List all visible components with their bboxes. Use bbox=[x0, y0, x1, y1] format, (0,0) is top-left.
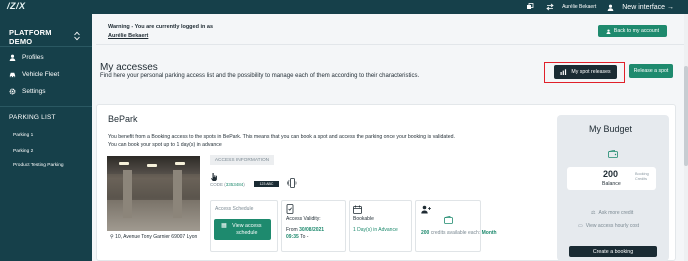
view-schedule-label: View access schedule bbox=[232, 223, 262, 236]
budget-amount: 200 bbox=[603, 169, 619, 179]
user-icon bbox=[606, 28, 611, 34]
access-validity-label: Access Validity: bbox=[286, 216, 321, 222]
top-bar-actions: Aurélie Bekaert New interface → bbox=[524, 1, 674, 13]
sidebar-product-testing-parking[interactable]: Product Testing Parking bbox=[13, 163, 64, 168]
create-booking-button[interactable]: Create a booking bbox=[569, 246, 657, 257]
calendar-icon: ▦ bbox=[221, 223, 227, 229]
description-line-1: You benefit from a Booking access to the… bbox=[108, 134, 455, 140]
credits-period: Month bbox=[481, 230, 497, 236]
user-icon bbox=[9, 54, 16, 61]
phone-check-icon bbox=[286, 204, 294, 214]
bookable-value: 1 Day(s) in Advance bbox=[353, 227, 398, 233]
back-to-my-account-button[interactable]: Back to my account bbox=[598, 25, 667, 37]
user-icon[interactable] bbox=[604, 1, 616, 13]
parking-card-description: You benefit from a Booking access to the… bbox=[108, 134, 455, 149]
page-subtitle: Find here your personal parking access l… bbox=[100, 73, 420, 79]
parking-address: ⚲ 10, Avenue Tony Garnier 69007 Lyon bbox=[110, 234, 198, 241]
my-spot-releases-label: My spot releases bbox=[571, 69, 611, 75]
validity-to-label: To - bbox=[300, 234, 309, 240]
access-validity-from: From 30/08/2021 bbox=[286, 227, 324, 233]
release-a-spot-button[interactable]: Release a spot bbox=[629, 64, 673, 78]
platform-title[interactable]: PLATFORM DEMO bbox=[9, 28, 64, 46]
budget-title: My Budget bbox=[589, 124, 633, 134]
ask-more-credit-label: Ask more credit bbox=[598, 210, 634, 216]
credits-text: credits available each: bbox=[430, 230, 481, 236]
validity-from-label: From bbox=[286, 227, 298, 233]
back-button-label: Back to my account bbox=[613, 28, 660, 34]
new-interface-link[interactable]: New interface → bbox=[622, 4, 674, 11]
car-icon bbox=[9, 72, 16, 78]
access-information-label: ACCESS INFORMATION bbox=[210, 155, 274, 165]
hand-pointer-icon bbox=[211, 173, 217, 181]
validity-time: 09:35 bbox=[286, 234, 299, 240]
parking-photo bbox=[107, 156, 200, 231]
address-text: 10, Avenue Tony Garnier 69007 Lyon bbox=[115, 234, 198, 240]
ask-more-credit-link[interactable]: ⚖ Ask more credit bbox=[591, 210, 633, 216]
swap-icon[interactable] bbox=[544, 1, 556, 13]
photo-pillar bbox=[173, 170, 182, 218]
impersonated-user-link[interactable]: Aurélie Bekaert bbox=[108, 33, 148, 39]
access-schedule-label: Access Schedule bbox=[215, 206, 254, 212]
photo-pillar bbox=[123, 170, 132, 218]
scale-icon: ⚖ bbox=[591, 210, 596, 216]
photo-floor bbox=[107, 200, 200, 231]
user-plus-icon bbox=[421, 205, 431, 214]
code-label: CODE bbox=[210, 182, 224, 187]
sidebar-divider bbox=[0, 46, 92, 47]
monitor-icon: ▭ bbox=[578, 223, 583, 229]
code-value: 3353484 bbox=[225, 182, 244, 187]
photo-lamp bbox=[147, 164, 157, 167]
phone-icon bbox=[287, 178, 297, 188]
calendar-icon bbox=[353, 205, 362, 214]
sidebar-parking-2[interactable]: Parking 2 bbox=[13, 149, 33, 154]
highlight-box: My spot releases bbox=[544, 62, 625, 83]
access-code: CODE (3353484) bbox=[210, 182, 245, 187]
scrollbar-thumb[interactable] bbox=[684, 66, 688, 166]
sidebar-item-label: Vehicle Fleet bbox=[22, 71, 60, 78]
wallet-icon bbox=[444, 216, 453, 224]
sidebar-parking-1[interactable]: Parking 1 bbox=[13, 133, 33, 138]
sidebar-item-vehicle-fleet[interactable]: Vehicle Fleet bbox=[9, 71, 59, 78]
sidebar-item-profiles[interactable]: Profiles bbox=[9, 54, 44, 61]
layers-icon[interactable] bbox=[524, 1, 536, 13]
bar-chart-icon bbox=[560, 69, 567, 75]
license-plate-icon: 123 ABC bbox=[254, 181, 279, 187]
app-logo[interactable]: /Z/X bbox=[7, 1, 26, 11]
parking-list-heading: PARKING LIST bbox=[9, 114, 56, 121]
view-hourly-cost-label: View access hourly cost bbox=[585, 223, 639, 229]
view-access-hourly-cost-link[interactable]: ▭ View access hourly cost bbox=[578, 223, 639, 229]
access-validity-to: 09:35 To - bbox=[286, 234, 308, 240]
photo-lamp bbox=[119, 162, 129, 165]
credits-available: 200 credits available each: Month bbox=[421, 230, 497, 236]
balance-label: Balance bbox=[602, 181, 621, 187]
current-user-name[interactable]: Aurélie Bekaert bbox=[562, 4, 596, 10]
page-title: My accesses bbox=[100, 62, 158, 73]
photo-lamp bbox=[175, 162, 185, 165]
parking-card-title: BePark bbox=[108, 114, 138, 124]
license-plate-text: 123 ABC bbox=[259, 182, 274, 186]
location-pin-icon: ⚲ bbox=[110, 234, 114, 240]
description-line-2: You can book your spot up to 1 day(s) in… bbox=[108, 141, 222, 148]
sidebar-divider bbox=[0, 106, 92, 107]
bookable-label: Bookable bbox=[353, 216, 374, 222]
credits-value: 200 bbox=[421, 230, 430, 236]
gear-icon bbox=[9, 88, 16, 95]
sort-icon[interactable] bbox=[74, 31, 80, 41]
validity-date: 30/08/2021 bbox=[299, 227, 325, 233]
sidebar: PLATFORM DEMO Profiles Vehicle Fleet Set… bbox=[0, 14, 92, 261]
sidebar-item-label: Profiles bbox=[22, 54, 44, 61]
sidebar-item-label: Settings bbox=[22, 88, 46, 95]
my-spot-releases-button[interactable]: My spot releases bbox=[554, 65, 617, 79]
top-bar: /Z/X Aurélie Bekaert New interface → bbox=[0, 0, 688, 14]
header-divider bbox=[96, 44, 688, 45]
view-access-schedule-button[interactable]: ▦ View access schedule bbox=[214, 219, 271, 240]
impersonation-warning: Warning - You are currently logged in as bbox=[108, 24, 214, 30]
booking-credits-label: Booking Credits bbox=[635, 172, 649, 181]
sidebar-item-settings[interactable]: Settings bbox=[9, 88, 46, 95]
wallet-icon bbox=[608, 150, 618, 158]
